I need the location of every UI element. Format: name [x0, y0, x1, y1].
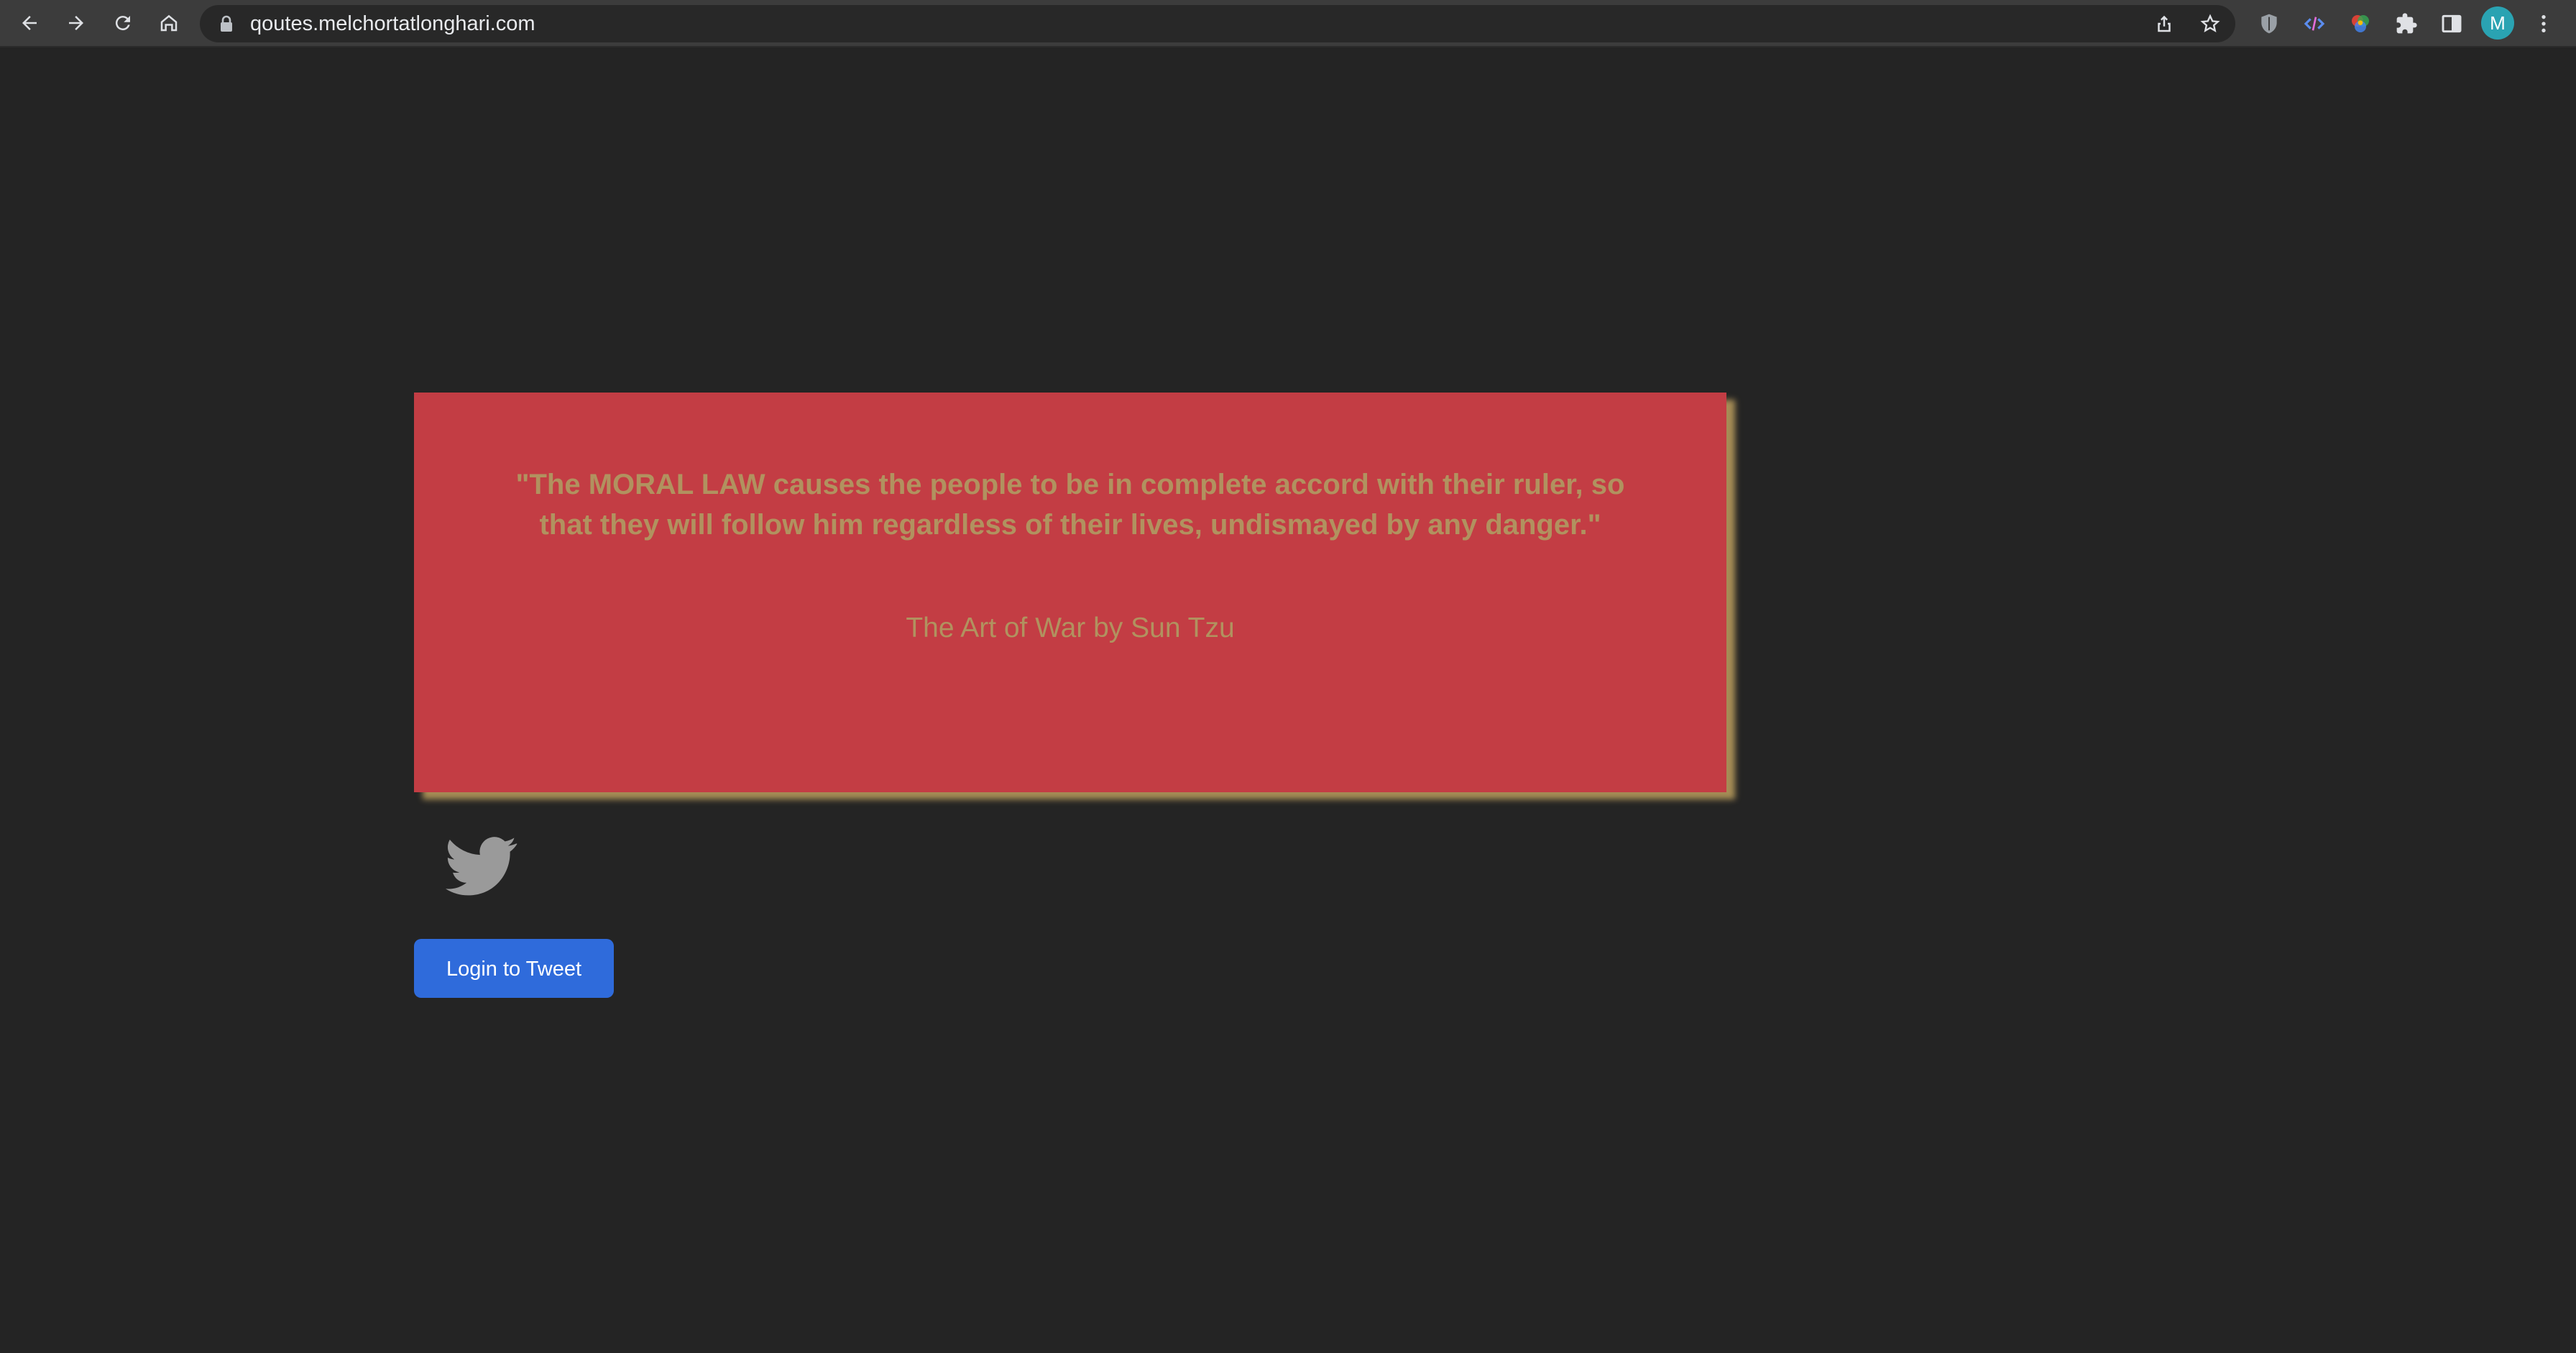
bookmark-star-icon[interactable]: [2199, 13, 2221, 35]
address-bar[interactable]: qoutes.melchortatlonghari.com: [200, 5, 2235, 42]
forward-arrow-icon: [69, 16, 83, 30]
profile-avatar[interactable]: M: [2481, 6, 2514, 40]
back-arrow-icon: [22, 16, 37, 30]
color-wheel-extension-button[interactable]: [2345, 9, 2375, 39]
code-extension-icon: [2304, 17, 2325, 31]
browser-menu-button[interactable]: [2529, 9, 2559, 39]
quote-card: "The MORAL LAW causes the people to be i…: [414, 393, 1726, 792]
url-text: qoutes.melchortatlonghari.com: [250, 12, 535, 35]
code-extension-button[interactable]: [2299, 9, 2329, 39]
twitter-bird-icon[interactable]: [446, 836, 518, 896]
reload-button[interactable]: [106, 6, 139, 40]
kebab-menu-icon: [2542, 15, 2546, 32]
page-content: "The MORAL LAW causes the people to be i…: [0, 47, 2576, 1353]
reload-icon: [115, 16, 130, 31]
color-wheel-extension-icon: [2352, 15, 2369, 32]
home-icon: [160, 14, 178, 32]
extensions-button[interactable]: [2391, 9, 2421, 39]
quote-author: The Art of War by Sun Tzu: [906, 613, 1235, 643]
browser-toolbar: qoutes.melchortatlonghari.com M: [0, 0, 2576, 47]
lock-icon: [221, 15, 232, 32]
quote-text: "The MORAL LAW causes the people to be i…: [515, 469, 1625, 541]
side-panel-button[interactable]: [2437, 9, 2467, 39]
share-icon[interactable]: [2153, 13, 2175, 35]
puzzle-extensions-icon: [2396, 13, 2417, 34]
shield-extension-button[interactable]: [2254, 9, 2284, 39]
forward-button[interactable]: [60, 6, 93, 40]
side-panel-icon: [2442, 14, 2462, 33]
back-button[interactable]: [13, 6, 46, 40]
home-button[interactable]: [152, 6, 185, 40]
shield-extension-icon: [2261, 14, 2277, 34]
login-to-tweet-button[interactable]: Login to Tweet: [414, 939, 614, 998]
